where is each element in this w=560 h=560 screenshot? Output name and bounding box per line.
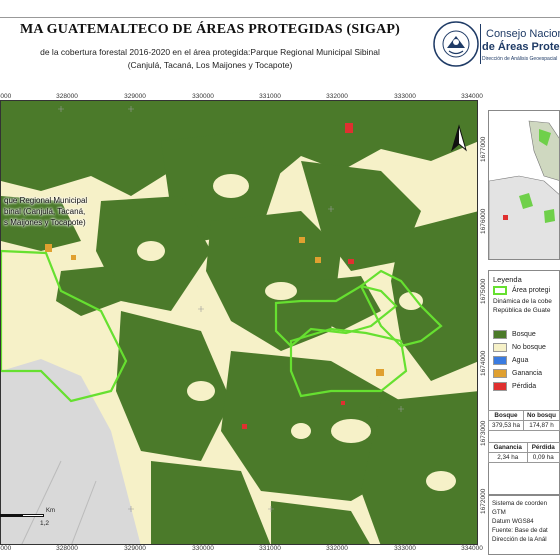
x-tick-bottom: 328000 [56, 545, 78, 552]
org-name-line-2: de Áreas Protegidas [482, 41, 560, 53]
x-tick-top: 328000 [56, 93, 78, 100]
legend-swatch [493, 368, 507, 378]
legend-swatch-boundary [493, 285, 507, 295]
crs-line-2: GTM [492, 509, 506, 516]
forest-stats-value-row: 379,53 ha 174,87 h [488, 420, 560, 431]
legend-swatch [493, 329, 507, 339]
legend-swatch [493, 342, 507, 352]
org-subtitle: Dirección de Análisis Geoespacial [482, 56, 558, 62]
scale-unit: Km [46, 508, 55, 514]
subtitle-line-2: (Canjulá, Tacaná, Los Maijones y Tocapot… [127, 60, 293, 70]
stat-header-forest: Bosque [488, 410, 524, 421]
inset-map [489, 111, 559, 259]
inset-green-region-3 [544, 209, 555, 223]
x-tick-bottom: 330000 [192, 545, 214, 552]
legend-swatch [493, 381, 507, 391]
legend-title: Leyenda [493, 275, 522, 284]
forest-stats-table: Bosque No bosqu 379,53 ha 174,87 h [488, 410, 560, 431]
stat-header-nonforest: No bosqu [522, 410, 560, 421]
legend-item: Pérdida [493, 381, 536, 391]
x-tick-bottom: 332000 [326, 545, 348, 552]
change-stats-header-row: Ganancia Pérdida [488, 442, 560, 453]
org-name-line-1: Consejo Nacional [486, 28, 560, 40]
x-tick-top: 329000 [124, 93, 146, 100]
stat-header-gain: Ganancia [488, 442, 528, 453]
x-tick-top: 330000 [192, 93, 214, 100]
land-cover-map [1, 101, 477, 544]
forest-stats-header-row: Bosque No bosqu [488, 410, 560, 421]
crs-line-1: Sistema de coorden [492, 500, 548, 507]
legend-desc-line-2: República de Guate [493, 307, 551, 314]
legend-label: Pérdida [512, 382, 537, 390]
legend-desc-line-1: Dinámica de la cobe [493, 298, 552, 305]
legend-label: Ganancia [512, 369, 542, 377]
x-tick-bottom: 331000 [259, 545, 281, 552]
crs-line-4: Fuente: Base de dat [492, 527, 548, 534]
x-tick-bottom: 329000 [124, 545, 146, 552]
stat-value-loss: 0,09 ha [526, 452, 560, 463]
legend-swatch [493, 355, 507, 365]
legend-item: No bosque [493, 342, 546, 352]
scale-bar-white [22, 514, 44, 517]
area-label-line-3: s Maijones y Tocapote) [4, 218, 86, 227]
change-stats-value-row: 2,34 ha 0,09 ha [488, 452, 560, 463]
legend-item-boundary: Área protegi [493, 285, 550, 295]
crs-line-5: Dirección de la Anál [492, 536, 547, 543]
x-tick-bottom: 333000 [394, 545, 416, 552]
x-tick-top: 8000 [0, 93, 12, 100]
guatemala-seal-icon [433, 21, 479, 67]
legend-label: Agua [512, 356, 529, 364]
legend-label: Bosque [512, 330, 536, 338]
area-label-line-2: binal (Canjulá, Tacaná, [4, 207, 86, 216]
x-tick-top: 332000 [326, 93, 348, 100]
legend-item: Ganancia [493, 368, 542, 378]
protected-area-label: que Regional Municipal binal (Canjulá, T… [4, 195, 87, 228]
crs-info: Sistema de coorden GTM Datum WGS84 Fuent… [488, 495, 560, 555]
scale-bar-black [0, 514, 22, 517]
map-title: MA GUATEMALTECO DE ÁREAS PROTEGIDAS (SIG… [19, 22, 401, 37]
change-stats-table: Ganancia Pérdida 2,34 ha 0,09 ha [488, 442, 560, 463]
x-tick-top: 331000 [259, 93, 281, 100]
inset-location-marker [503, 215, 508, 220]
side-panel: Leyenda Área protegi Dinámica de la cobe… [480, 100, 560, 555]
stat-value-gain: 2,34 ha [488, 452, 528, 463]
scale-value: 1,2 [40, 520, 50, 527]
stat-value-forest: 379,53 ha [488, 420, 524, 431]
x-tick-top: 334000 [461, 93, 483, 100]
conap-logo: Consejo Nacional de Áreas Protegidas Dir… [424, 18, 560, 74]
logo-divider [480, 24, 481, 64]
x-tick-bottom: 8000 [0, 545, 12, 552]
north-arrow-icon [451, 124, 467, 152]
legend-item: Bosque [493, 329, 536, 339]
location-inset-map[interactable] [488, 110, 560, 260]
legend-label: No bosque [512, 343, 546, 351]
subtitle-line-1: de la cobertura forestal 2016-2020 en el… [40, 47, 380, 57]
main-map[interactable] [0, 100, 478, 545]
legend-label-boundary: Área protegi [512, 286, 551, 294]
legend-description: Dinámica de la cobe República de Guate [493, 297, 560, 315]
map-subtitle: de la cobertura forestal 2016-2020 en el… [0, 46, 420, 72]
legend-item: Agua [493, 355, 528, 365]
x-tick-top: 333000 [394, 93, 416, 100]
stat-header-loss: Pérdida [526, 442, 560, 453]
area-label-line-1: que Regional Municipal [4, 196, 88, 205]
scale-bar: Km 1,2 [0, 508, 60, 528]
stat-value-nonforest: 174,87 h [522, 420, 560, 431]
crs-line-3: Datum WGS84 [492, 518, 534, 525]
